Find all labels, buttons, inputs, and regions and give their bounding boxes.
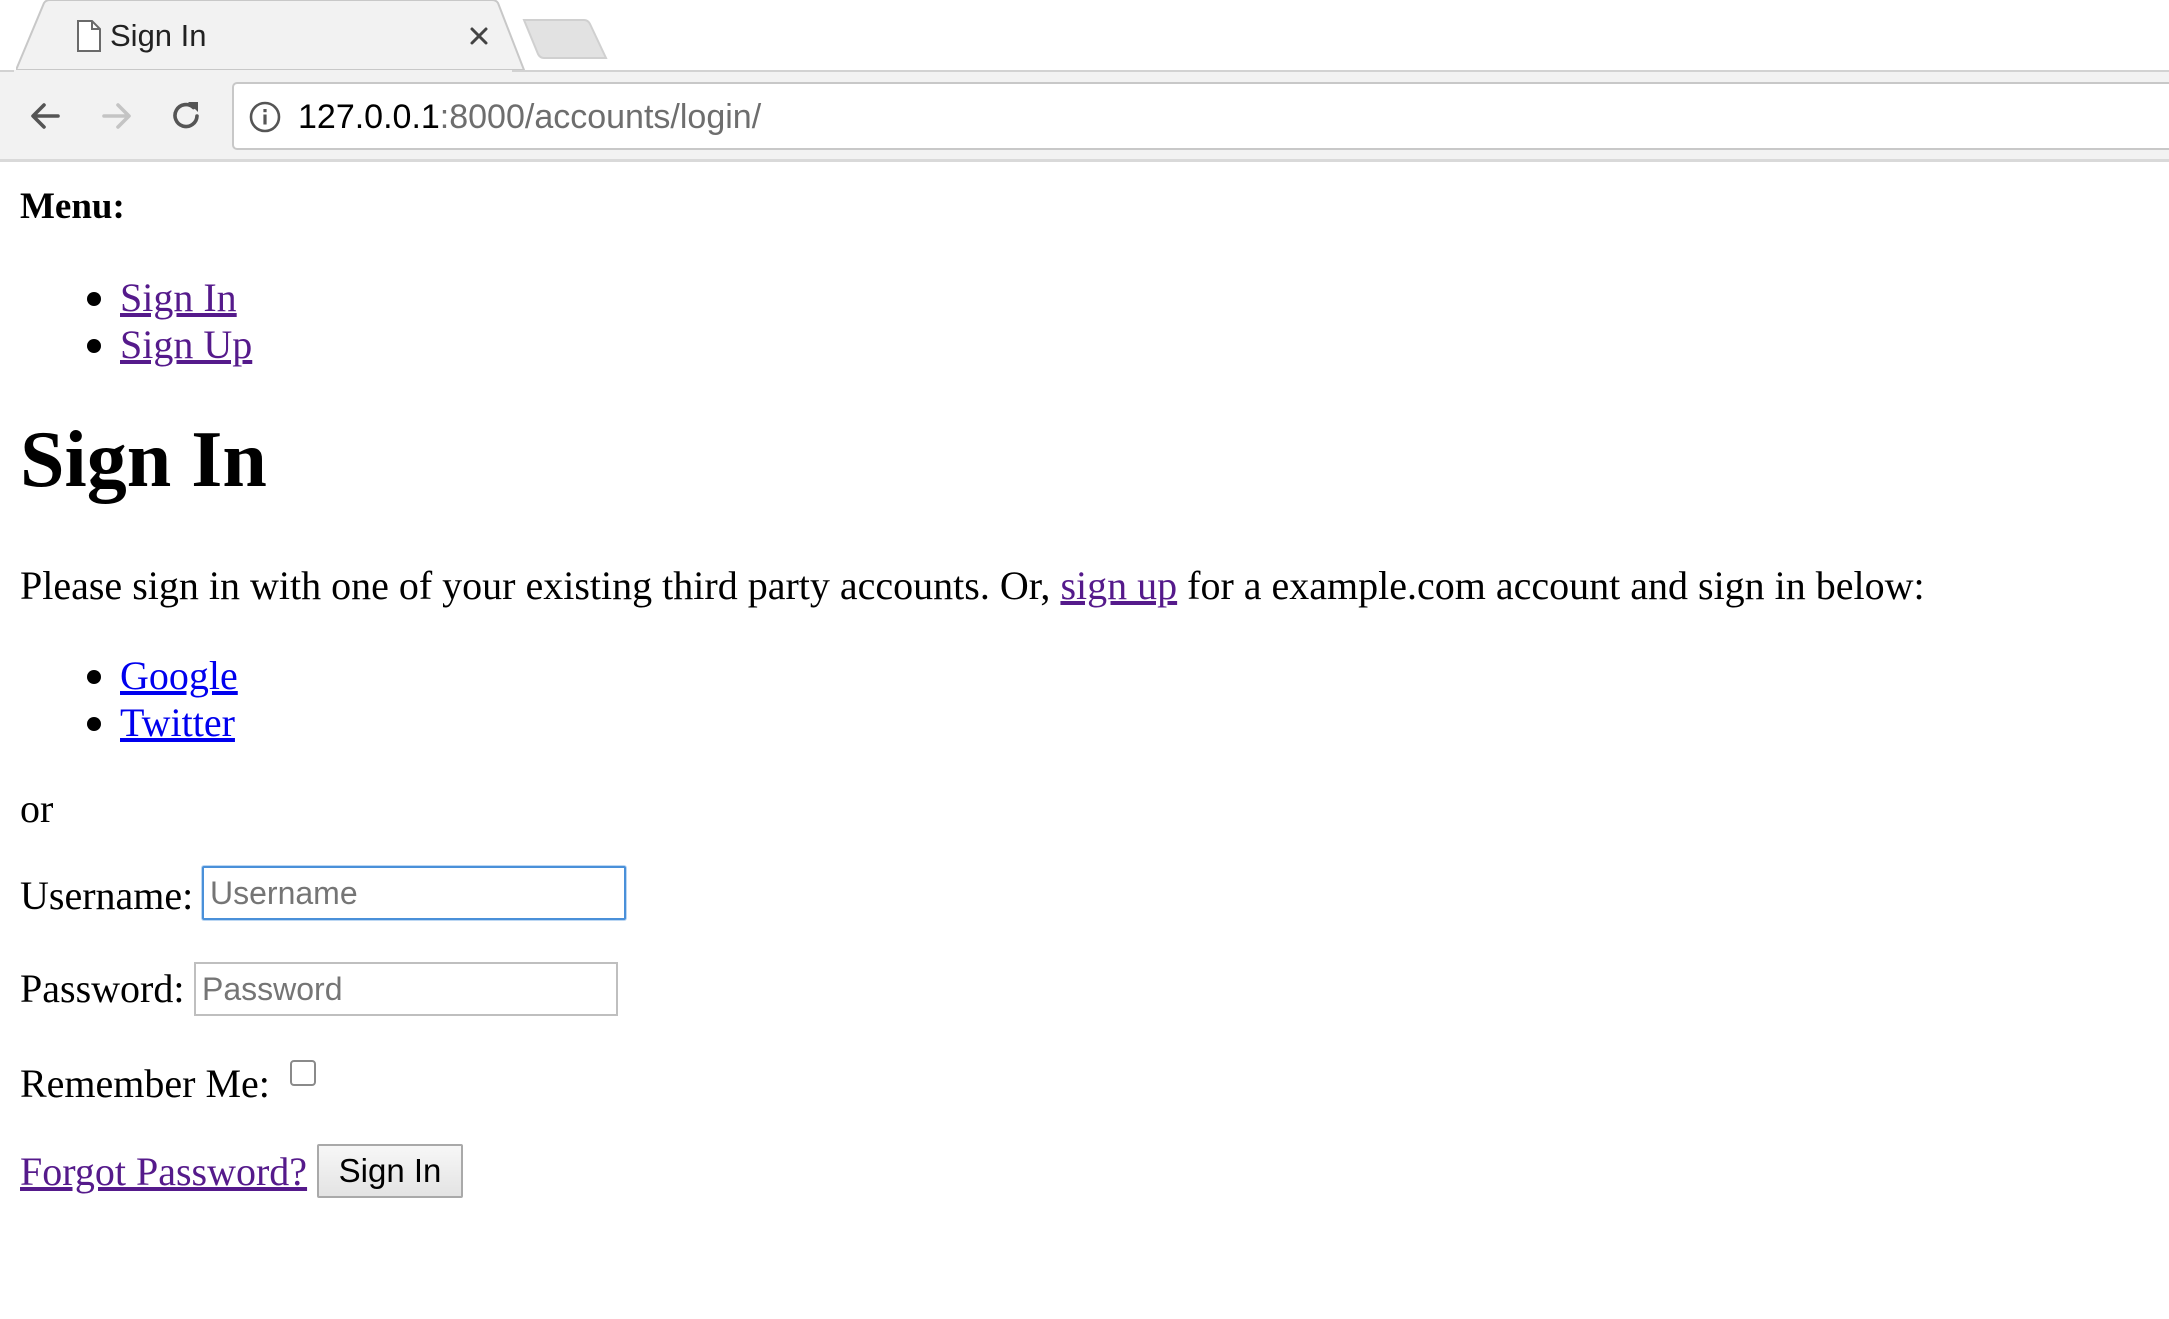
- new-tab-button[interactable]: [522, 18, 608, 60]
- back-arrow-icon[interactable]: [22, 92, 70, 140]
- browser-toolbar: 127.0.0.1:8000/accounts/login/: [0, 72, 2169, 162]
- list-item: Twitter: [0, 699, 238, 746]
- page-content: Menu: Sign In Sign Up Sign In Please sig…: [0, 165, 2169, 1319]
- remember-me-label: Remember Me:: [20, 1061, 270, 1106]
- password-input[interactable]: [194, 962, 618, 1016]
- url-host: 127.0.0.1: [298, 98, 440, 136]
- reload-icon[interactable]: [162, 92, 210, 140]
- forgot-password-link[interactable]: Forgot Password?: [20, 1148, 307, 1196]
- tab-strip: Sign In: [0, 0, 2169, 72]
- close-tab-icon[interactable]: [464, 21, 494, 51]
- menu-sign-in-link[interactable]: Sign In: [120, 275, 237, 320]
- bullet: [87, 717, 101, 731]
- bullet: [87, 670, 101, 684]
- bullet: [87, 339, 101, 353]
- page-icon: [77, 20, 101, 52]
- or-separator: or: [20, 786, 54, 831]
- remember-me-checkbox[interactable]: [290, 1060, 316, 1086]
- password-label: Password:: [20, 966, 185, 1011]
- url-text[interactable]: 127.0.0.1:8000/accounts/login/: [298, 97, 761, 137]
- list-item: Sign Up: [0, 321, 252, 368]
- url-path: :8000/accounts/login/: [439, 98, 762, 136]
- menu-heading: Menu:: [20, 186, 125, 227]
- sign-in-button[interactable]: Sign In: [317, 1144, 463, 1198]
- bullet: [87, 292, 101, 306]
- twitter-login-link[interactable]: Twitter: [120, 700, 235, 745]
- forward-arrow-icon[interactable]: [92, 92, 140, 140]
- username-label: Username:: [20, 873, 194, 918]
- provider-list: Google Twitter: [0, 652, 238, 746]
- active-tab[interactable]: Sign In: [16, 0, 526, 72]
- menu-sign-up-link[interactable]: Sign Up: [120, 322, 252, 367]
- list-item: Sign In: [0, 274, 252, 321]
- intro-text-start: Please sign in with one of your existing…: [20, 563, 1061, 608]
- menu-list: Sign In Sign Up: [0, 274, 252, 368]
- username-input[interactable]: [202, 866, 626, 920]
- intro-sign-up-link[interactable]: sign up: [1060, 563, 1177, 608]
- tab-title: Sign In: [110, 18, 207, 53]
- intro-text: Please sign in with one of your existing…: [20, 562, 1925, 610]
- list-item: Google: [0, 652, 238, 699]
- address-bar[interactable]: 127.0.0.1:8000/accounts/login/: [232, 82, 2169, 150]
- info-icon[interactable]: [248, 100, 282, 134]
- google-login-link[interactable]: Google: [120, 653, 238, 698]
- page-title: Sign In: [20, 416, 267, 504]
- intro-text-end: for a example.com account and sign in be…: [1177, 563, 1925, 608]
